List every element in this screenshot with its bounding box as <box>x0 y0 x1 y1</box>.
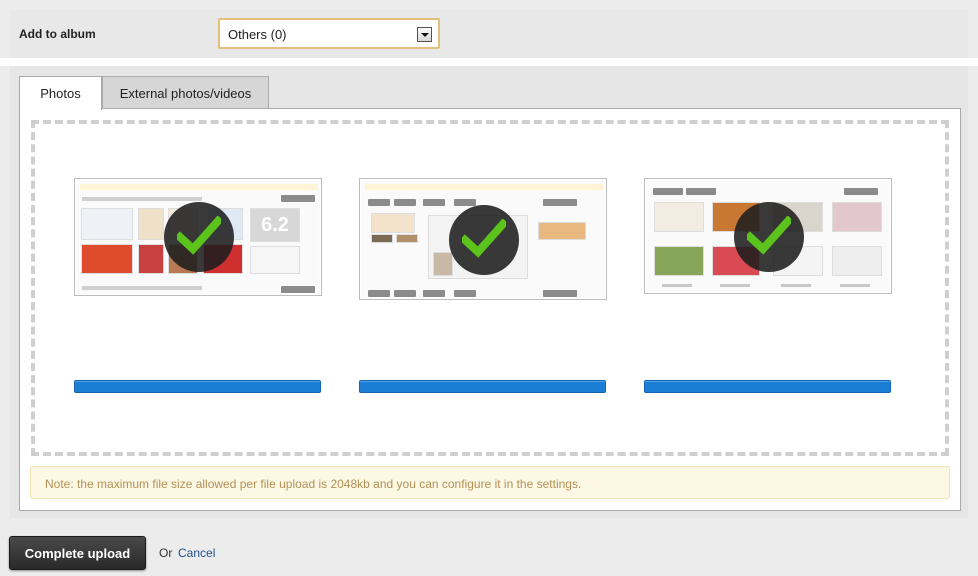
checkmark-icon <box>177 216 221 255</box>
checkmark-icon <box>747 216 791 255</box>
upload-thumbnail <box>644 178 892 294</box>
upload-size-note: Note: the maximum file size allowed per … <box>30 466 950 499</box>
upload-progress-bar <box>644 380 891 393</box>
upload-complete-indicator <box>449 205 519 275</box>
album-bar: Add to album Others (0) <box>10 10 968 58</box>
upload-progress-bar <box>359 380 606 393</box>
upload-progress-bar <box>74 380 321 393</box>
thumb-badge: 6.2 <box>250 208 300 242</box>
upload-complete-indicator <box>164 202 234 272</box>
album-label: Add to album <box>19 27 96 41</box>
divider <box>0 58 978 66</box>
or-text: Or <box>159 546 173 560</box>
upload-panel: Photos External photos/videos 6.2 Note: … <box>10 66 968 518</box>
complete-upload-button[interactable]: Complete upload <box>9 536 146 570</box>
dropdown-arrow-icon[interactable] <box>417 27 432 42</box>
cancel-link[interactable]: Cancel <box>178 546 215 560</box>
checkmark-icon <box>462 219 506 258</box>
album-select[interactable]: Others (0) <box>218 18 440 49</box>
dropzone[interactable]: 6.2 <box>31 120 949 456</box>
upload-thumbnail <box>359 178 607 300</box>
tab-photos[interactable]: Photos <box>19 76 102 110</box>
album-select-value: Others (0) <box>228 27 287 42</box>
upload-thumbnail: 6.2 <box>74 178 322 296</box>
tab-external-photos-videos[interactable]: External photos/videos <box>102 76 269 109</box>
tab-content: 6.2 Note: the maximum file size allowed … <box>19 108 961 511</box>
upload-complete-indicator <box>734 202 804 272</box>
